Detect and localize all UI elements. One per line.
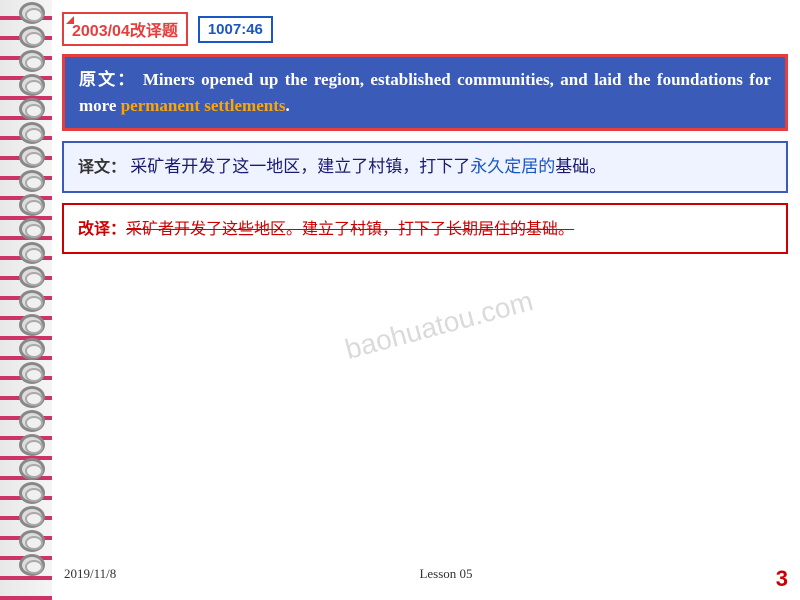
spiral-loop [19,194,45,216]
revised-label: 改译： [78,221,126,238]
spiral-loop [19,410,45,432]
original-text-box: 原文： Miners opened up the region, establi… [62,54,788,131]
revised-text: 改译：采矿者开发了这些地区。建立了村镇，打下了长期居住的基础。 [78,215,772,243]
spiral-loop [19,434,45,456]
original-highlight: permanent settlements [121,96,286,115]
revised-body: 采矿者开发了这些地区。建立了村镇，打下了长期居住的基础。 [126,221,574,238]
spiral-loop [19,2,45,24]
spiral-loop [19,26,45,48]
original-suffix: . [285,96,289,115]
spiral-loop [19,98,45,120]
year-label: 2003/04改译题 [62,12,188,46]
spiral-loop [19,530,45,552]
spiral-loop [19,386,45,408]
spiral-loop [19,122,45,144]
spiral-loop [19,146,45,168]
spiral-loop [19,218,45,240]
translation-text: 译文： 采矿者开发了这一地区，建立了村镇，打下了永久定居的基础。 [78,153,772,181]
spiral-loop [19,506,45,528]
translation-box: 译文： 采矿者开发了这一地区，建立了村镇，打下了永久定居的基础。 [62,141,788,193]
translation-label: 译文： [78,159,126,176]
spiral-loop [19,50,45,72]
top-labels: 2003/04改译题 1007:46 [62,12,788,46]
footer-date: 2019/11/8 [64,566,116,592]
time-label: 1007:46 [198,16,273,43]
spiral-loop [19,554,45,576]
spiral-loop [19,266,45,288]
spiral-loop [19,338,45,360]
original-english-text: 原文： Miners opened up the region, establi… [79,67,771,118]
translation-body: 采矿者开发了这一地区，建立了村镇，打下了 [130,157,470,176]
translation-suffix: 基础。 [555,157,606,176]
spiral-loop [19,74,45,96]
footer: 2019/11/8 Lesson 05 3 [52,566,800,592]
spiral-loops [18,0,46,600]
footer-lesson: Lesson 05 [419,566,472,592]
spiral-loop [19,242,45,264]
spiral-binding [0,0,52,600]
original-label: 原文： [79,70,136,89]
spiral-loop [19,458,45,480]
spiral-loop [19,170,45,192]
spiral-loop [19,362,45,384]
spiral-loop [19,482,45,504]
page-number: 3 [776,566,788,592]
main-content: 2003/04改译题 1007:46 原文： Miners opened up … [52,0,800,600]
revised-box: 改译：采矿者开发了这些地区。建立了村镇，打下了长期居住的基础。 [62,203,788,255]
spiral-loop [19,290,45,312]
translation-highlight: 永久定居的 [470,157,555,176]
spiral-loop [19,314,45,336]
